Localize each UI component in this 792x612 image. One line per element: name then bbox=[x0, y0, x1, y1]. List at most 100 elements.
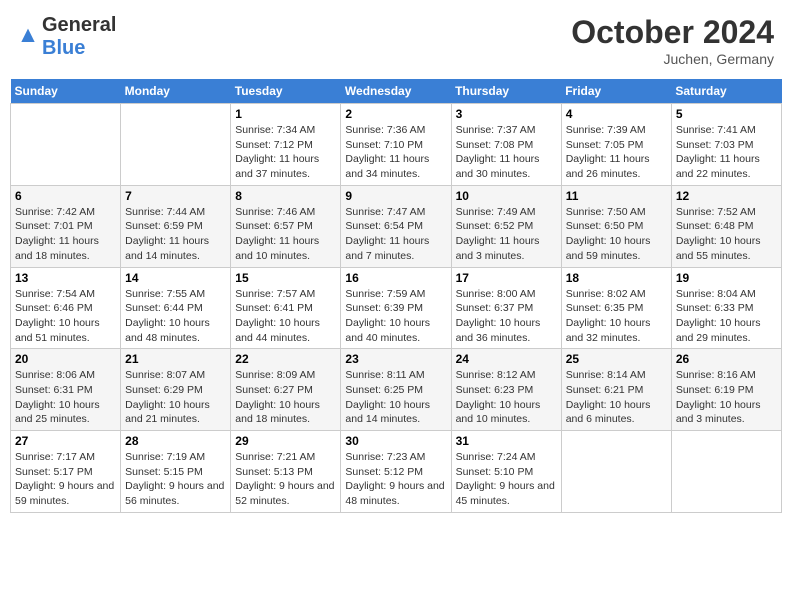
table-row: 10 Sunrise: 7:49 AM Sunset: 6:52 PM Dayli… bbox=[451, 185, 561, 267]
day-number: 12 bbox=[676, 189, 777, 203]
day-number: 27 bbox=[15, 434, 116, 448]
table-row: 11Sunrise: 7:50 AM Sunset: 6:50 PM Dayli… bbox=[561, 185, 671, 267]
header-monday: Monday bbox=[121, 79, 231, 104]
table-row: 14 Sunrise: 7:55 AM Sunset: 6:44 PM Dayli… bbox=[121, 267, 231, 349]
day-info: Sunrise: 7:36 AM Sunset: 7:10 PM Dayligh… bbox=[345, 123, 446, 182]
day-number: 19 bbox=[676, 271, 777, 285]
table-row: 19Sunrise: 8:04 AM Sunset: 6:33 PM Dayli… bbox=[671, 267, 781, 349]
day-number: 14 bbox=[125, 271, 226, 285]
day-number: 23 bbox=[345, 352, 446, 366]
calendar-table: Sunday Monday Tuesday Wednesday Thursday… bbox=[10, 79, 782, 513]
day-number: 21 bbox=[125, 352, 226, 366]
day-info: Sunrise: 8:11 AM Sunset: 6:25 PM Dayligh… bbox=[345, 368, 446, 427]
header-tuesday: Tuesday bbox=[231, 79, 341, 104]
weekday-header-row: Sunday Monday Tuesday Wednesday Thursday… bbox=[11, 79, 782, 104]
day-info: Sunrise: 8:16 AM Sunset: 6:19 PM Dayligh… bbox=[676, 368, 777, 427]
table-row: 17Sunrise: 8:00 AM Sunset: 6:37 PM Dayli… bbox=[451, 267, 561, 349]
day-number: 25 bbox=[566, 352, 667, 366]
day-info: Sunrise: 7:50 AM Sunset: 6:50 PM Dayligh… bbox=[566, 205, 667, 264]
header-thursday: Thursday bbox=[451, 79, 561, 104]
day-info: Sunrise: 8:12 AM Sunset: 6:23 PM Dayligh… bbox=[456, 368, 557, 427]
table-row: 15 Sunrise: 7:57 AM Sunset: 6:41 PM Dayli… bbox=[231, 267, 341, 349]
day-info: Sunrise: 7:23 AM Sunset: 5:12 PM Dayligh… bbox=[345, 450, 446, 509]
day-number: 30 bbox=[345, 434, 446, 448]
table-row: 18Sunrise: 8:02 AM Sunset: 6:35 PM Dayli… bbox=[561, 267, 671, 349]
table-row: 23 Sunrise: 8:11 AM Sunset: 6:25 PM Dayli… bbox=[341, 349, 451, 431]
table-row bbox=[11, 104, 121, 186]
table-row: 24 Sunrise: 8:12 AM Sunset: 6:23 PM Dayli… bbox=[451, 349, 561, 431]
calendar-week-row: 13 Sunrise: 7:54 AM Sunset: 6:46 PM Dayli… bbox=[11, 267, 782, 349]
table-row: 31 Sunrise: 7:24 AM Sunset: 5:10 PM Dayli… bbox=[451, 431, 561, 513]
day-number: 3 bbox=[456, 107, 557, 121]
location: Juchen, Germany bbox=[571, 51, 774, 67]
day-info: Sunrise: 7:46 AM Sunset: 6:57 PM Dayligh… bbox=[235, 205, 336, 264]
table-row: 25 Sunrise: 8:14 AM Sunset: 6:21 PM Dayli… bbox=[561, 349, 671, 431]
day-info: Sunrise: 7:21 AM Sunset: 5:13 PM Dayligh… bbox=[235, 450, 336, 509]
day-number: 6 bbox=[15, 189, 116, 203]
table-row: 7 Sunrise: 7:44 AM Sunset: 6:59 PM Daylig… bbox=[121, 185, 231, 267]
header-wednesday: Wednesday bbox=[341, 79, 451, 104]
table-row: 20 Sunrise: 8:06 AM Sunset: 6:31 PM Dayli… bbox=[11, 349, 121, 431]
table-row: 5Sunrise: 7:41 AM Sunset: 7:03 PM Daylig… bbox=[671, 104, 781, 186]
logo: General Blue bbox=[18, 14, 116, 60]
title-block: October 2024 Juchen, Germany bbox=[571, 14, 774, 67]
day-info: Sunrise: 7:42 AM Sunset: 7:01 PM Dayligh… bbox=[15, 205, 116, 264]
day-number: 24 bbox=[456, 352, 557, 366]
table-row: 27 Sunrise: 7:17 AM Sunset: 5:17 PM Dayli… bbox=[11, 431, 121, 513]
table-row: 1 Sunrise: 7:34 AM Sunset: 7:12 PM Daylig… bbox=[231, 104, 341, 186]
table-row: 4Sunrise: 7:39 AM Sunset: 7:05 PM Daylig… bbox=[561, 104, 671, 186]
calendar-week-row: 1 Sunrise: 7:34 AM Sunset: 7:12 PM Daylig… bbox=[11, 104, 782, 186]
table-row: 21 Sunrise: 8:07 AM Sunset: 6:29 PM Dayli… bbox=[121, 349, 231, 431]
day-info: Sunrise: 7:49 AM Sunset: 6:52 PM Dayligh… bbox=[456, 205, 557, 264]
day-number: 7 bbox=[125, 189, 226, 203]
table-row bbox=[121, 104, 231, 186]
table-row: 30 Sunrise: 7:23 AM Sunset: 5:12 PM Dayli… bbox=[341, 431, 451, 513]
header-friday: Friday bbox=[561, 79, 671, 104]
day-info: Sunrise: 7:47 AM Sunset: 6:54 PM Dayligh… bbox=[345, 205, 446, 264]
day-info: Sunrise: 7:34 AM Sunset: 7:12 PM Dayligh… bbox=[235, 123, 336, 182]
table-row bbox=[671, 431, 781, 513]
table-row: 8Sunrise: 7:46 AM Sunset: 6:57 PM Daylig… bbox=[231, 185, 341, 267]
table-row bbox=[561, 431, 671, 513]
table-row: 6 Sunrise: 7:42 AM Sunset: 7:01 PM Daylig… bbox=[11, 185, 121, 267]
day-number: 13 bbox=[15, 271, 116, 285]
day-number: 9 bbox=[345, 189, 446, 203]
day-number: 1 bbox=[235, 107, 336, 121]
logo-blue: Blue bbox=[42, 37, 85, 59]
table-row: 12 Sunrise: 7:52 AM Sunset: 6:48 PM Dayli… bbox=[671, 185, 781, 267]
day-info: Sunrise: 8:07 AM Sunset: 6:29 PM Dayligh… bbox=[125, 368, 226, 427]
table-row: 16Sunrise: 7:59 AM Sunset: 6:39 PM Dayli… bbox=[341, 267, 451, 349]
day-number: 28 bbox=[125, 434, 226, 448]
day-info: Sunrise: 7:19 AM Sunset: 5:15 PM Dayligh… bbox=[125, 450, 226, 509]
day-info: Sunrise: 7:44 AM Sunset: 6:59 PM Dayligh… bbox=[125, 205, 226, 264]
logo-text: General Blue bbox=[42, 14, 116, 60]
table-row: 29 Sunrise: 7:21 AM Sunset: 5:13 PM Dayli… bbox=[231, 431, 341, 513]
day-number: 26 bbox=[676, 352, 777, 366]
day-info: Sunrise: 7:24 AM Sunset: 5:10 PM Dayligh… bbox=[456, 450, 557, 509]
day-number: 2 bbox=[345, 107, 446, 121]
day-number: 10 bbox=[456, 189, 557, 203]
table-row: 9 Sunrise: 7:47 AM Sunset: 6:54 PM Daylig… bbox=[341, 185, 451, 267]
table-row: 2 Sunrise: 7:36 AM Sunset: 7:10 PM Daylig… bbox=[341, 104, 451, 186]
day-info: Sunrise: 8:14 AM Sunset: 6:21 PM Dayligh… bbox=[566, 368, 667, 427]
page-header: General Blue October 2024 Juchen, German… bbox=[10, 10, 782, 71]
table-row: 26 Sunrise: 8:16 AM Sunset: 6:19 PM Dayli… bbox=[671, 349, 781, 431]
day-number: 29 bbox=[235, 434, 336, 448]
day-info: Sunrise: 7:52 AM Sunset: 6:48 PM Dayligh… bbox=[676, 205, 777, 264]
table-row: 22Sunrise: 8:09 AM Sunset: 6:27 PM Dayli… bbox=[231, 349, 341, 431]
day-info: Sunrise: 7:54 AM Sunset: 6:46 PM Dayligh… bbox=[15, 287, 116, 346]
day-number: 4 bbox=[566, 107, 667, 121]
day-number: 31 bbox=[456, 434, 557, 448]
day-info: Sunrise: 7:55 AM Sunset: 6:44 PM Dayligh… bbox=[125, 287, 226, 346]
day-info: Sunrise: 7:17 AM Sunset: 5:17 PM Dayligh… bbox=[15, 450, 116, 509]
day-number: 15 bbox=[235, 271, 336, 285]
day-info: Sunrise: 7:57 AM Sunset: 6:41 PM Dayligh… bbox=[235, 287, 336, 346]
calendar-week-row: 6 Sunrise: 7:42 AM Sunset: 7:01 PM Daylig… bbox=[11, 185, 782, 267]
header-saturday: Saturday bbox=[671, 79, 781, 104]
day-info: Sunrise: 8:00 AM Sunset: 6:37 PM Dayligh… bbox=[456, 287, 557, 346]
calendar-week-row: 20 Sunrise: 8:06 AM Sunset: 6:31 PM Dayli… bbox=[11, 349, 782, 431]
day-info: Sunrise: 8:06 AM Sunset: 6:31 PM Dayligh… bbox=[15, 368, 116, 427]
day-info: Sunrise: 7:37 AM Sunset: 7:08 PM Dayligh… bbox=[456, 123, 557, 182]
day-info: Sunrise: 7:59 AM Sunset: 6:39 PM Dayligh… bbox=[345, 287, 446, 346]
day-number: 20 bbox=[15, 352, 116, 366]
